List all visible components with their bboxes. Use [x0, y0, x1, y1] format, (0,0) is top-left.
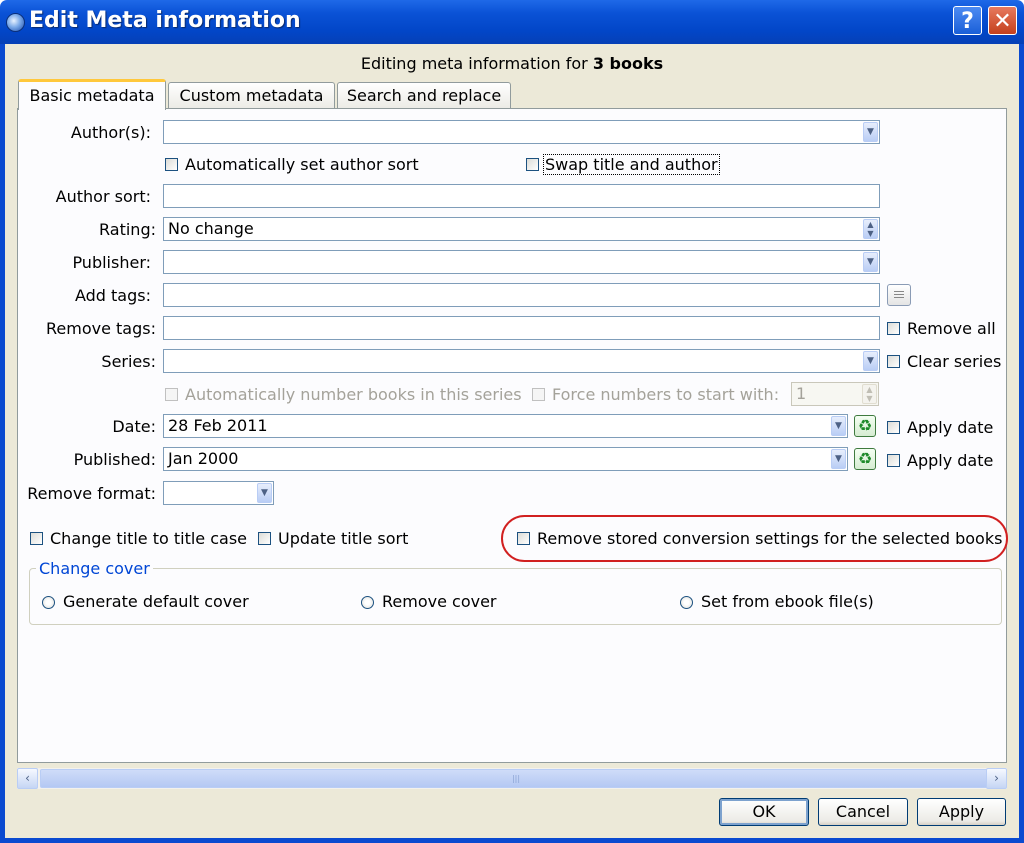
rating-spinbox[interactable]: No change ▲ ▼ — [163, 217, 880, 241]
publisher-combobox[interactable]: ▼ — [163, 250, 880, 274]
clear-series-label: Clear series — [907, 352, 1002, 371]
clear-series-checkbox[interactable] — [887, 355, 900, 368]
ok-button[interactable]: OK — [719, 798, 809, 826]
remove-format-combobox[interactable]: ▼ — [163, 481, 274, 505]
remove-cover-label: Remove cover — [382, 592, 497, 611]
chevron-down-icon[interactable]: ▼ — [863, 351, 878, 371]
force-numbers-label: Force numbers to start with: — [552, 385, 780, 404]
published-label: Published: — [73, 450, 156, 469]
highlight-circle — [501, 515, 1008, 562]
edit-meta-dialog: Edit Meta information ? ✕ Editing meta i… — [0, 0, 1024, 843]
dialog-subtitle: Editing meta information for 3 books — [0, 54, 1024, 73]
title-bar: Edit Meta information ? ✕ — [0, 0, 1024, 44]
generate-cover-radio[interactable] — [42, 596, 55, 609]
apply-pubdate-label: Apply date — [907, 451, 994, 470]
spin-arrows-icon[interactable]: ▲ ▼ — [862, 384, 877, 404]
force-numbers-value: 1 — [796, 384, 807, 403]
recycle-icon[interactable]: ♻ — [854, 415, 876, 437]
tab-custom-metadata[interactable]: Custom metadata — [168, 82, 335, 108]
recycle-icon[interactable]: ♻ — [854, 448, 876, 470]
series-label: Series: — [101, 352, 156, 371]
subtitle-count: 3 books — [592, 54, 664, 73]
add-tags-label: Add tags: — [74, 286, 151, 305]
date-value: 28 Feb 2011 — [168, 416, 268, 435]
tab-basic-metadata[interactable]: Basic metadata — [18, 79, 166, 110]
help-button[interactable]: ? — [953, 6, 982, 35]
title-case-checkbox[interactable] — [30, 532, 43, 545]
generate-cover-label: Generate default cover — [63, 592, 249, 611]
horizontal-scrollbar[interactable]: ‹ ||| › — [17, 768, 1007, 789]
auto-author-sort-checkbox[interactable] — [165, 158, 178, 171]
swap-title-author-checkbox[interactable] — [526, 158, 539, 171]
chevron-down-icon[interactable]: ▼ — [863, 122, 878, 142]
date-edit[interactable]: 28 Feb 2011 ▼ — [163, 414, 848, 438]
remove-all-checkbox[interactable] — [887, 322, 900, 335]
rating-value: No change — [168, 219, 254, 238]
published-value: Jan 2000 — [168, 449, 239, 468]
scroll-right-icon[interactable]: › — [986, 768, 1007, 789]
rating-label: Rating: — [99, 220, 156, 239]
chevron-down-icon[interactable]: ▼ — [831, 449, 846, 469]
close-button[interactable]: ✕ — [988, 6, 1017, 35]
auto-number-checkbox[interactable] — [165, 388, 178, 401]
force-numbers-checkbox[interactable] — [532, 388, 545, 401]
author-sort-label: Author sort: — [55, 187, 151, 206]
author-sort-input[interactable] — [163, 184, 880, 208]
update-title-sort-checkbox[interactable] — [258, 532, 271, 545]
swap-title-author-label: Swap title and author — [543, 154, 720, 175]
scrollbar-thumb[interactable]: ||| — [40, 769, 992, 788]
chevron-down-icon[interactable]: ▼ — [257, 483, 272, 503]
spin-arrows-icon[interactable]: ▲ ▼ — [863, 219, 878, 239]
tab-search-replace[interactable]: Search and replace — [337, 82, 511, 108]
apply-pubdate-checkbox[interactable] — [887, 454, 900, 467]
window-title: Edit Meta information — [29, 8, 301, 33]
add-tags-input[interactable] — [163, 283, 880, 307]
date-label: Date: — [112, 417, 156, 436]
change-cover-title: Change cover — [36, 559, 153, 578]
remove-format-label: Remove format: — [27, 484, 156, 503]
publisher-label: Publisher: — [72, 253, 151, 272]
force-numbers-spinbox[interactable]: 1 ▲ ▼ — [791, 382, 879, 406]
remove-tags-input[interactable] — [163, 316, 880, 340]
auto-author-sort-label: Automatically set author sort — [185, 155, 419, 174]
app-icon — [6, 13, 25, 32]
apply-date-checkbox[interactable] — [887, 421, 900, 434]
remove-cover-radio[interactable] — [361, 596, 374, 609]
authors-label: Author(s): — [70, 123, 151, 142]
authors-combobox[interactable]: ▼ — [163, 120, 880, 144]
apply-date-label: Apply date — [907, 418, 994, 437]
remove-tags-label: Remove tags: — [46, 319, 156, 338]
cancel-button[interactable]: Cancel — [818, 798, 908, 826]
published-edit[interactable]: Jan 2000 ▼ — [163, 447, 848, 471]
remove-all-label: Remove all — [907, 319, 996, 338]
title-case-label: Change title to title case — [50, 529, 248, 548]
tag-list-icon[interactable] — [887, 284, 911, 306]
scroll-left-icon[interactable]: ‹ — [17, 768, 38, 789]
subtitle-prefix: Editing meta information for — [360, 54, 588, 73]
chevron-down-icon[interactable]: ▼ — [831, 416, 846, 436]
series-combobox[interactable]: ▼ — [163, 349, 880, 373]
apply-button[interactable]: Apply — [917, 798, 1006, 826]
auto-number-label: Automatically number books in this serie… — [185, 385, 522, 404]
update-title-sort-label: Update title sort — [278, 529, 409, 548]
ebook-cover-label: Set from ebook file(s) — [701, 592, 874, 611]
chevron-down-icon[interactable]: ▼ — [863, 252, 878, 272]
ebook-cover-radio[interactable] — [680, 596, 693, 609]
